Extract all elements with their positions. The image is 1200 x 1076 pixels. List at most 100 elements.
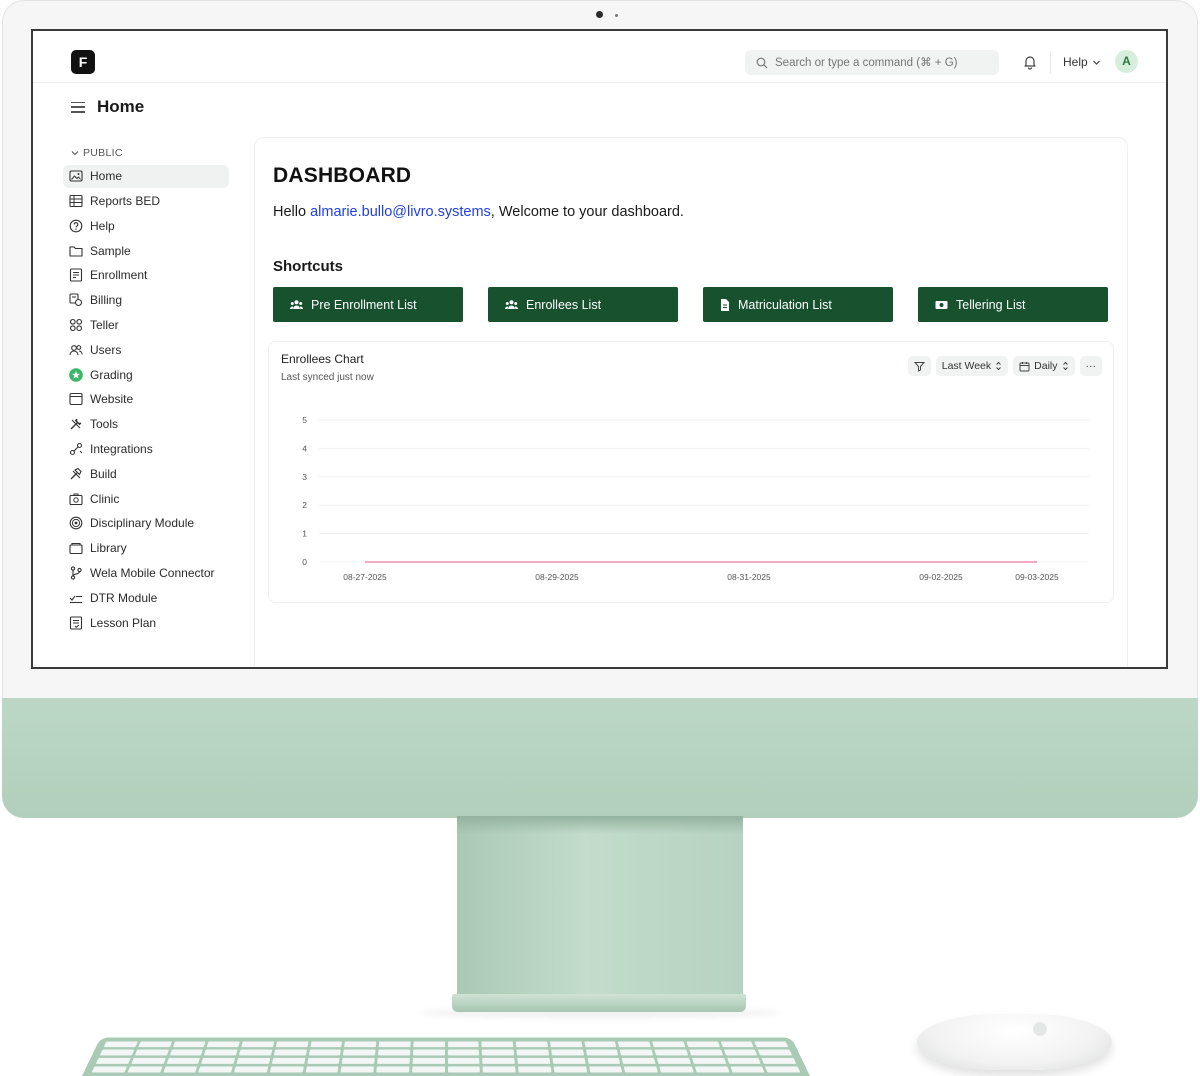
enrollees-chart-card: Enrollees Chart Last synced just now Las…: [268, 341, 1114, 603]
library-icon: [69, 543, 83, 555]
sidebar-item-clinic[interactable]: Clinic: [63, 487, 229, 510]
sidebar-item-build[interactable]: Build: [63, 463, 229, 486]
sidebar-item-lesson-plan[interactable]: Lesson Plan: [63, 611, 229, 634]
integrations-icon: [69, 442, 83, 456]
x-tick-label: 09-02-2025: [919, 572, 963, 582]
money-icon: [935, 300, 948, 309]
sidebar-item-label: Teller: [90, 318, 119, 333]
x-tick-label: 09-03-2025: [1015, 572, 1059, 582]
users-icon: [505, 299, 518, 309]
star-badge-icon: [69, 367, 83, 382]
user-avatar[interactable]: A: [1115, 50, 1138, 73]
shortcut-tellering-list[interactable]: Tellering List: [918, 287, 1108, 322]
search-icon: [756, 57, 768, 68]
page-header: Home: [71, 97, 144, 117]
camera-icon: [596, 11, 603, 18]
greeting-prefix: Hello: [273, 204, 311, 220]
sidebar-item-tools[interactable]: Tools: [63, 413, 229, 436]
sidebar-item-label: Disciplinary Module: [90, 516, 195, 531]
chart-more-options-button[interactable]: ···: [1079, 356, 1102, 376]
page-title: Home: [97, 97, 145, 116]
shortcut-label: Pre Enrollment List: [311, 297, 417, 312]
clinic-icon: [69, 493, 83, 505]
stand-shadow: [457, 816, 743, 834]
sidebar-item-sample[interactable]: Sample: [63, 239, 229, 262]
y-tick-label: 3: [302, 472, 307, 482]
sidebar-item-label: Grading: [90, 367, 133, 382]
chart-controls: Last Week Daily ···: [907, 356, 1102, 376]
chart-filter-button[interactable]: [907, 356, 931, 376]
tools-icon: [70, 418, 82, 430]
updown-chevron-icon: [996, 361, 1002, 371]
sidebar-item-website[interactable]: Website: [63, 388, 229, 411]
sidebar: PUBLIC Home Reports BED Help Sample Enro…: [63, 145, 229, 636]
sidebar-item-grading[interactable]: Grading: [63, 363, 229, 386]
x-tick-label: 08-31-2025: [727, 572, 771, 582]
y-tick-label: 5: [302, 415, 307, 425]
shortcut-enrollees-list[interactable]: Enrollees List: [488, 287, 678, 322]
sidebar-item-users[interactable]: Users: [63, 339, 229, 362]
sidebar-item-label: Home: [90, 169, 123, 184]
calendar-icon: [1019, 361, 1030, 371]
monitor-chin: [2, 698, 1198, 818]
sidebar-item-billing[interactable]: Billing: [63, 289, 229, 312]
user-email-link[interactable]: almarie.bullo@livro.systems: [310, 204, 491, 220]
camera-sensor: [615, 14, 618, 17]
checklist-icon: [69, 595, 82, 603]
sidebar-item-label: Lesson Plan: [90, 615, 157, 630]
chart-range-label: Last Week: [941, 360, 992, 372]
sidebar-item-label: Tools: [90, 417, 119, 432]
sidebar-item-dtr-module[interactable]: DTR Module: [63, 587, 229, 610]
enrollees-line-chart: 0 1 2 3 4 5 08-27-2025 08-29-2025 08-31-2025 09-0…: [302, 415, 1089, 582]
sidebar-item-home[interactable]: Home: [63, 165, 229, 188]
sidebar-item-reports-bed[interactable]: Reports BED: [63, 190, 229, 213]
apple-logo-icon: [1033, 1022, 1047, 1036]
sidebar-item-library[interactable]: Library: [63, 537, 229, 560]
sidebar-item-wela-mobile-connector[interactable]: Wela Mobile Connector: [63, 562, 229, 585]
more-options-icon: ···: [1085, 360, 1097, 372]
search-bar[interactable]: [745, 50, 999, 75]
shortcuts-heading: Shortcuts: [273, 258, 344, 275]
notification-bell-icon[interactable]: [1022, 54, 1038, 70]
sidebar-item-label: Reports BED: [90, 194, 161, 209]
y-tick-label: 4: [302, 443, 307, 453]
chart-range-select[interactable]: Last Week: [935, 356, 1009, 376]
y-tick-label: 1: [302, 529, 307, 539]
y-tick-label: 2: [302, 500, 307, 510]
greeting-suffix: , Welcome to your dashboard.: [490, 204, 684, 220]
sidebar-item-label: Users: [90, 342, 122, 357]
sidebar-item-integrations[interactable]: Integrations: [63, 438, 229, 461]
users-icon: [69, 344, 83, 355]
sidebar-item-label: Help: [90, 218, 115, 233]
keyboard: [82, 1037, 810, 1076]
branch-icon: [70, 566, 82, 580]
top-navbar: F Help A: [33, 31, 1166, 83]
magic-mouse: [917, 1014, 1112, 1070]
app-logo[interactable]: F: [71, 50, 95, 74]
y-tick-label: 0: [302, 557, 307, 567]
build-icon: [70, 467, 82, 480]
help-dropdown[interactable]: Help: [1063, 55, 1101, 69]
hamburger-menu-icon[interactable]: [71, 101, 85, 113]
search-input[interactable]: [775, 56, 985, 69]
target-icon: [69, 517, 83, 530]
chart-interval-select[interactable]: Daily: [1013, 356, 1075, 376]
image-icon: [69, 170, 83, 182]
sidebar-item-disciplinary-module[interactable]: Disciplinary Module: [63, 512, 229, 535]
sidebar-section-public[interactable]: PUBLIC: [63, 145, 229, 161]
x-tick-label: 08-29-2025: [535, 572, 579, 582]
notes-icon: [69, 616, 83, 630]
sidebar-item-enrollment[interactable]: Enrollment: [63, 264, 229, 287]
filter-icon: [913, 361, 925, 372]
sidebar-section-label: PUBLIC: [83, 147, 123, 159]
grid-icon: [69, 318, 83, 332]
sidebar-item-label: Website: [90, 392, 134, 407]
updown-chevron-icon: [1062, 361, 1068, 371]
shortcut-matriculation-list[interactable]: Matriculation List: [703, 287, 893, 322]
shortcut-pre-enrollment-list[interactable]: Pre Enrollment List: [273, 287, 463, 322]
navbar-divider: [1050, 51, 1051, 73]
chevron-down-icon: [1092, 60, 1100, 65]
chevron-down-icon: [71, 151, 79, 156]
sidebar-item-teller[interactable]: Teller: [63, 314, 229, 337]
sidebar-item-help[interactable]: Help: [63, 215, 229, 238]
